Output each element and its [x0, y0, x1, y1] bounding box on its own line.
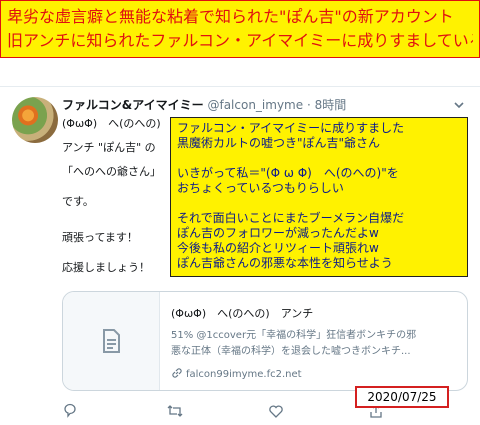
banner-line-1: 卑劣な虚言癖と無能な粘着で知られた"ぽん吉"の新アカウント	[7, 7, 454, 26]
overlay-line: ぽん吉爺さんの邪悪な本性を知らせよう	[177, 256, 393, 270]
overlay-line: 今後も私の紹介とリツィート頑張れw	[177, 241, 379, 255]
date-stamp: 2020/07/25	[355, 386, 449, 408]
document-icon	[103, 329, 120, 353]
annotation-overlay: ファルコン・アイマイミーに成りすました 黒魔術カルトの嘘つき"ぽん吉"爺さん い…	[170, 117, 468, 277]
tweet[interactable]: ファルコン&アイマイミー @falcon_imyme · 8時間 (ΦωΦ) へ…	[0, 86, 480, 425]
card-description-line: 悪な正体（幸福の科学）を退会した嘘つきボンキチ...	[171, 346, 411, 357]
card-title: (ΦωΦ) へ(のへの) アンチ	[171, 307, 314, 320]
reply-icon[interactable]	[62, 403, 82, 423]
handle[interactable]: @falcon_imyme	[207, 98, 303, 112]
timestamp[interactable]: 8時間	[315, 98, 347, 112]
card-thumbnail	[63, 292, 160, 390]
link-card[interactable]: (ΦωΦ) へ(のへの) アンチ 51% @1ccover元「幸福の科学」狂信者…	[62, 291, 468, 391]
overlay-line: いきがって私＝"(Φ ω Φ) へ(のへの)"を	[177, 166, 399, 180]
tweet-body-line: (ΦωΦ) へ(のへの)	[62, 117, 161, 130]
avatar[interactable]	[12, 97, 58, 143]
tweet-body-line: です。	[62, 195, 94, 208]
annotation-banner: 卑劣な虚言癖と無能な粘着で知られた"ぽん吉"の新アカウント 旧アンチに知られたフ…	[0, 0, 480, 58]
card-url: falcon99imyme.fc2.net	[171, 367, 302, 380]
tweet-body-line: 「へのへの爺さん」	[62, 165, 161, 178]
card-description: 51% @1ccover元「幸福の科学」狂信者ボンキチの邪 悪な正体（幸福の科学…	[171, 328, 459, 360]
card-url-text: falcon99imyme.fc2.net	[186, 369, 302, 380]
tweet-body-line: 頑張ってます！	[62, 231, 138, 244]
overlay-line	[177, 196, 461, 211]
banner-line-2: 旧アンチに知られたファルコン・アイマイミーに成りすましている	[7, 31, 473, 50]
tweet-body-line: 応援しましょう！	[62, 261, 150, 274]
overlay-line	[177, 151, 461, 166]
link-icon	[172, 368, 182, 378]
display-name[interactable]: ファルコン&アイマイミー	[62, 98, 204, 112]
tweet-body-line: アンチ "ぽん吉" の	[62, 141, 156, 154]
chevron-down-icon[interactable]	[452, 95, 466, 115]
overlay-line: それで面白いことにまたブーメラン自爆だ	[177, 211, 405, 225]
overlay-line: おちょくっているつもりらしい	[177, 181, 344, 195]
overlay-line: 黒魔術カルトの嘘つき"ぽん吉"爺さん	[177, 136, 381, 150]
overlay-line: ファルコン・アイマイミーに成りすました	[177, 121, 405, 135]
overlay-line: ぽん吉のフォロワーが減ったんだよw	[177, 226, 379, 240]
card-description-line: 51% @1ccover元「幸福の科学」狂信者ボンキチの邪	[171, 330, 417, 341]
retweet-icon[interactable]	[166, 403, 186, 423]
tweet-header: ファルコン&アイマイミー @falcon_imyme · 8時間	[62, 95, 472, 115]
separator: ·	[306, 98, 311, 112]
like-icon[interactable]	[268, 403, 288, 423]
